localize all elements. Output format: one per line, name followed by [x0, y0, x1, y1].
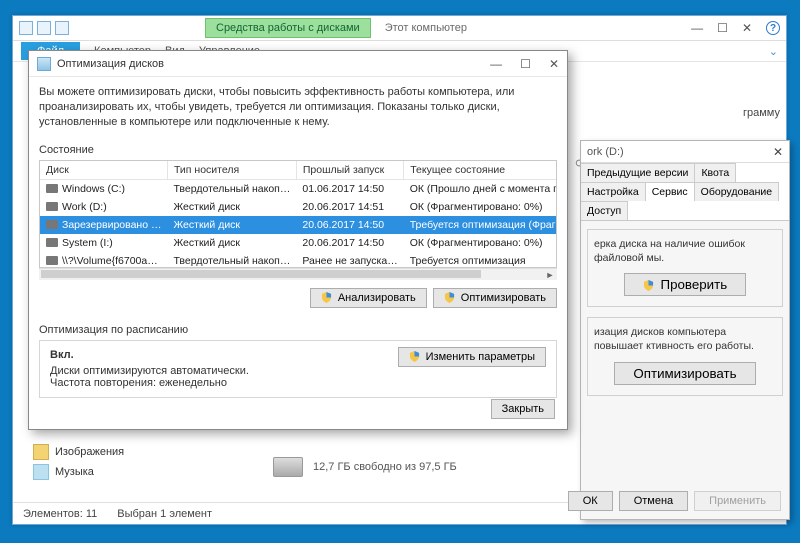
shield-icon	[444, 292, 455, 303]
close-icon[interactable]: ✕	[773, 145, 783, 159]
disk-icon	[46, 202, 58, 211]
group-text: изация дисков компьютера повышает ктивно…	[594, 326, 776, 353]
status-selection: Выбран 1 элемент	[117, 508, 212, 520]
ok-button[interactable]: ОК	[568, 491, 613, 511]
disk-icon	[46, 184, 58, 193]
tab-quota[interactable]: Квота	[695, 163, 736, 182]
optimize-button[interactable]: Оптимизировать	[614, 362, 755, 385]
col-type[interactable]: Тип носителя	[167, 161, 296, 180]
sidebar-item-pictures[interactable]: Изображения	[33, 442, 233, 462]
explorer-titlebar: Средства работы с дисками Этот компьютер…	[13, 16, 786, 40]
tab-hardware[interactable]: Оборудование	[695, 182, 779, 201]
close-button[interactable]: Закрыть	[491, 399, 555, 419]
optimize-drives-dialog: Оптимизация дисков — ☐ ✕ Вы можете оптим…	[28, 50, 568, 430]
props-titlebar: ork (D:) ✕	[581, 141, 789, 163]
hdd-icon	[273, 457, 303, 477]
table-row[interactable]: System (I:)Жесткий диск20.06.2017 14:50О…	[40, 234, 557, 252]
schedule-box: Вкл. Диски оптимизируются автоматически.…	[39, 340, 557, 398]
sidebar-item-label: Музыка	[55, 466, 94, 478]
table-row[interactable]: Work (D:)Жесткий диск20.06.2017 14:51ОК …	[40, 198, 557, 216]
schedule-line: Частота повторения: еженедельно	[50, 377, 546, 389]
qat-icon[interactable]	[55, 21, 69, 35]
analyze-button[interactable]: Анализировать	[310, 288, 427, 308]
sidebar-item-label: Изображения	[55, 446, 124, 458]
nav-dropdown-item[interactable]: грамму	[743, 107, 780, 119]
explorer-navpane: Изображения Музыка	[33, 442, 233, 482]
col-state[interactable]: Текущее состояние	[404, 161, 557, 180]
change-settings-button[interactable]: Изменить параметры	[398, 347, 546, 367]
tab-service[interactable]: Сервис	[646, 182, 695, 201]
opt-title: Оптимизация дисков	[57, 58, 164, 70]
music-icon	[33, 464, 49, 480]
opt-intro-text: Вы можете оптимизировать диски, чтобы по…	[39, 85, 557, 130]
status-item-count: Элементов: 11	[23, 508, 97, 520]
table-row[interactable]: \\?\Volume{f6700a…Твердотельный накоп…Ра…	[40, 252, 557, 268]
scroll-thumb[interactable]	[41, 270, 481, 278]
folder-icon	[33, 444, 49, 460]
drive-icon	[37, 57, 51, 71]
drive-properties-dialog: ork (D:) ✕ Предыдущие версии Квота Настр…	[580, 140, 790, 520]
table-row[interactable]: Зарезервировано …Жесткий диск20.06.2017 …	[40, 216, 557, 234]
optimize-button[interactable]: Оптимизировать	[433, 288, 557, 308]
shield-icon	[321, 292, 332, 303]
scroll-right-icon[interactable]: ►	[543, 269, 557, 281]
cancel-button[interactable]: Отмена	[619, 491, 688, 511]
tab-customize[interactable]: Настройка	[581, 182, 646, 201]
group-defrag: изация дисков компьютера повышает ктивно…	[587, 317, 783, 395]
close-button[interactable]: ✕	[549, 57, 559, 71]
horizontal-scrollbar[interactable]: ◄ ►	[39, 268, 557, 280]
maximize-button[interactable]: ☐	[520, 57, 531, 71]
context-tab-disk-tools[interactable]: Средства работы с дисками	[205, 18, 371, 38]
state-label: Состояние	[39, 144, 557, 156]
disk-item[interactable]: 12,7 ГБ свободно из 97,5 ГБ	[273, 457, 457, 477]
props-title: ork (D:)	[587, 146, 624, 158]
col-last[interactable]: Прошлый запуск	[296, 161, 403, 180]
explorer-title: Этот компьютер	[385, 22, 467, 34]
table-row[interactable]: Windows (C:)Твердотельный накоп…01.06.20…	[40, 179, 557, 198]
tab-sharing[interactable]: Доступ	[581, 201, 628, 220]
minimize-button[interactable]: —	[490, 57, 502, 71]
maximize-button[interactable]: ☐	[717, 21, 728, 35]
disk-icon	[46, 238, 58, 247]
col-disk[interactable]: Диск	[40, 161, 167, 180]
disk-free-text: 12,7 ГБ свободно из 97,5 ГБ	[313, 461, 457, 473]
opt-titlebar: Оптимизация дисков — ☐ ✕	[29, 51, 567, 77]
disk-icon	[46, 256, 58, 265]
qat-icon[interactable]	[37, 21, 51, 35]
tab-prev-versions[interactable]: Предыдущие версии	[581, 163, 695, 182]
help-icon[interactable]: ?	[766, 21, 780, 35]
drives-list[interactable]: Диск Тип носителя Прошлый запуск Текущее…	[39, 160, 557, 268]
group-check-errors: ерка диска на наличие ошибок файловой мы…	[587, 229, 783, 307]
close-button[interactable]: ✕	[742, 21, 752, 35]
shield-icon	[643, 280, 654, 291]
qat-icon[interactable]	[19, 21, 33, 35]
sidebar-item-music[interactable]: Музыка	[33, 462, 233, 482]
shield-icon	[409, 351, 420, 362]
group-text: ерка диска на наличие ошибок файловой мы…	[594, 238, 776, 265]
schedule-label: Оптимизация по расписанию	[39, 324, 557, 336]
ribbon-expand-icon[interactable]: ⌄	[769, 45, 778, 58]
minimize-button[interactable]: —	[691, 21, 703, 35]
apply-button: Применить	[694, 491, 781, 511]
check-button[interactable]: Проверить	[624, 273, 746, 296]
disk-icon	[46, 220, 58, 229]
props-tabs: Предыдущие версии Квота Настройка Сервис…	[581, 163, 789, 221]
